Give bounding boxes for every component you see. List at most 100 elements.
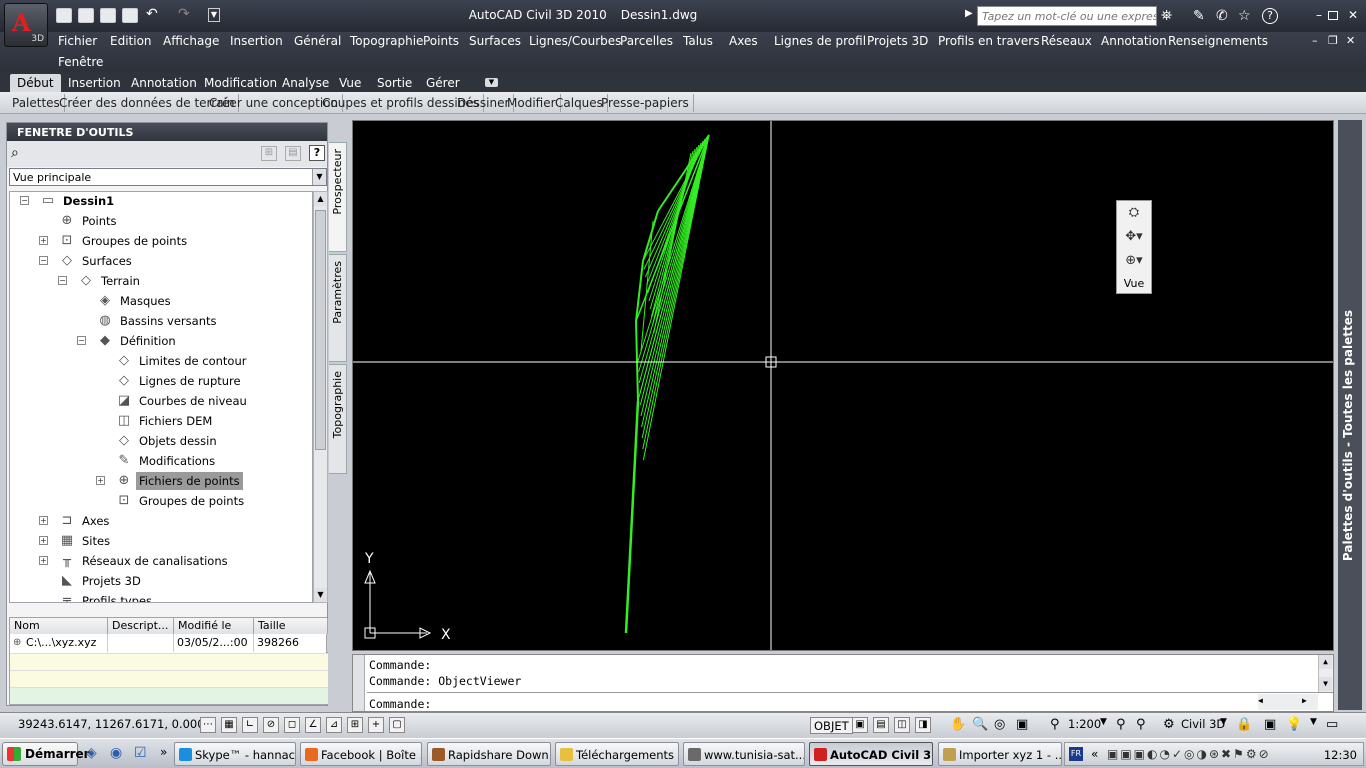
tab-vue[interactable]: Vue <box>332 74 368 92</box>
menu-fenetre[interactable]: Fenêtre <box>58 55 103 69</box>
doc-close-icon[interactable]: ✕ <box>1346 34 1355 47</box>
scroll-left-icon[interactable]: ◀ <box>1258 696 1263 705</box>
menu-reseaux[interactable]: Réseaux <box>1041 34 1092 48</box>
expand-icon[interactable]: + <box>39 536 48 545</box>
taskbar-item[interactable]: www.tunisia-sat.... <box>683 742 805 766</box>
tab-annotation[interactable]: Annotation <box>124 74 204 92</box>
menu-fichier[interactable]: Fichier <box>58 34 97 48</box>
collapse-icon[interactable]: − <box>20 196 29 205</box>
scroll-down-icon[interactable]: ▼ <box>314 588 327 602</box>
scroll-right-icon[interactable]: ▶ <box>1302 696 1307 705</box>
horizontal-scrollbar[interactable]: ◀ ▶ <box>1258 694 1318 710</box>
menu-renseignements[interactable]: Renseignements <box>1168 34 1268 48</box>
column-header-modifie[interactable]: Modifié le <box>174 618 254 634</box>
open-icon[interactable] <box>78 8 94 23</box>
gear-icon[interactable]: ⚙ <box>1163 717 1175 734</box>
tree-node[interactable]: ◇ Objets dessin <box>10 432 312 450</box>
tree-node[interactable]: + ⊡ Groupes de points <box>10 232 312 250</box>
tab-debut[interactable]: Début <box>10 74 61 92</box>
language-indicator[interactable]: FR <box>1069 747 1083 761</box>
tree-node[interactable]: ✎ Modifications <box>10 452 312 470</box>
clean-screen-icon[interactable]: ▭ <box>1326 717 1338 734</box>
tree-node[interactable]: + ⊐ Axes <box>10 512 312 530</box>
maximize-icon[interactable] <box>1328 11 1338 20</box>
collapse-icon[interactable]: − <box>39 256 48 265</box>
save-icon[interactable] <box>100 8 116 23</box>
tree-node[interactable]: ⊕ Points <box>10 212 312 230</box>
lightbulb-icon[interactable]: 💡 <box>1286 717 1302 734</box>
tree-node[interactable]: + ⊕ Fichiers de points <box>10 472 312 490</box>
chevron-down-icon[interactable]: ▼ <box>1100 717 1107 734</box>
zoom-status-icon[interactable]: 🔍 <box>972 717 988 734</box>
steering-wheel-status-icon[interactable]: ◎ <box>994 717 1005 734</box>
tool-palettes-strip[interactable]: Palettes d'outils - Toutes les palettes <box>1338 120 1362 710</box>
menu-topographie[interactable]: Topographie <box>350 34 423 48</box>
taskbar-item[interactable]: Facebook | Boîte ... <box>300 742 422 766</box>
object-snap-tracking-icon[interactable]: ∠ <box>305 717 321 733</box>
grid-display-icon[interactable]: ▦ <box>221 717 237 733</box>
menu-projets-3d[interactable]: Projets 3D <box>867 34 928 48</box>
tree-node[interactable]: − ▭ Dessin1 <box>10 192 312 210</box>
menu-surfaces[interactable]: Surfaces <box>469 34 521 48</box>
scroll-up-icon[interactable]: ▲ <box>314 192 327 206</box>
quick-view-drawings-icon[interactable]: ▤ <box>873 717 889 733</box>
pan-status-icon[interactable]: ✋ <box>950 717 966 734</box>
magnifier-icon[interactable]: ⌕ <box>11 145 19 161</box>
tree-node[interactable]: ◍ Bassins versants <box>10 312 312 330</box>
minimize-icon[interactable]: – <box>1312 8 1326 22</box>
menu-lignes-courbes[interactable]: Lignes/Courbes <box>529 34 621 48</box>
menu-annotation[interactable]: Annotation <box>1101 34 1167 48</box>
undo-icon[interactable]: ↶ <box>146 6 158 22</box>
tree-node[interactable]: − ◇ Terrain <box>10 272 312 290</box>
tray-expand-icon[interactable]: « <box>1091 747 1098 761</box>
polar-tracking-icon[interactable]: ⊘ <box>263 717 279 733</box>
quick-access-dropdown-icon[interactable]: ▼ <box>208 8 220 22</box>
tab-gerer[interactable]: Gérer <box>419 74 467 92</box>
help-icon[interactable]: ? <box>309 145 325 161</box>
panel-presse-papiers[interactable]: Presse-papiers <box>597 94 694 112</box>
taskbar-item[interactable]: Skype™ - hannac... <box>174 742 296 766</box>
column-header-taille[interactable]: Taille <box>254 618 328 634</box>
taskbar-item[interactable]: Importer xyz 1 - ... <box>938 742 1062 766</box>
tab-sortie[interactable]: Sortie <box>370 74 419 92</box>
snap-mode-icon[interactable]: ⋯ <box>200 717 216 733</box>
layouts-icon[interactable]: ◨ <box>915 717 931 733</box>
tree-node[interactable]: ◇ Limites de contour <box>10 352 312 370</box>
menu-general[interactable]: Général <box>294 34 341 48</box>
favorites-star-icon[interactable]: ☆ <box>1238 8 1251 24</box>
menu-parcelles[interactable]: Parcelles <box>620 34 673 48</box>
expand-icon[interactable]: + <box>39 556 48 565</box>
lock-icon[interactable]: 🔒 <box>1236 717 1252 734</box>
taskbar-item[interactable]: AutoCAD Civil 3... <box>809 742 933 766</box>
quicklaunch-icon[interactable]: ☑ <box>134 745 147 761</box>
communication-icon[interactable]: ✆ <box>1216 8 1228 24</box>
chevron-down-icon[interactable]: ▼ <box>1310 717 1317 734</box>
binoculars-icon[interactable]: ⛯ <box>1161 8 1172 24</box>
ribbon-minimize-icon[interactable]: ▼ <box>485 78 498 87</box>
collapse-icon[interactable]: − <box>58 276 67 285</box>
tree-node[interactable]: ╤ Profils types <box>10 592 312 602</box>
drawing-canvas[interactable]: Y X <box>352 120 1334 651</box>
tree-node[interactable]: ◈ Masques <box>10 292 312 310</box>
quicklaunch-icon[interactable]: ◉ <box>110 745 122 761</box>
quicklaunch-icon[interactable]: ◈ <box>86 745 97 761</box>
scroll-up-icon[interactable]: ▲ <box>1319 655 1332 669</box>
expand-icon[interactable]: + <box>39 516 48 525</box>
tree-node[interactable]: ◫ Fichiers DEM <box>10 412 312 430</box>
auto-scale-icon[interactable]: ⚲ <box>1136 717 1146 734</box>
dynamic-input-icon[interactable]: ⊞ <box>347 717 363 733</box>
pan-icon[interactable]: ✥▾ <box>1121 229 1147 249</box>
tab-prospecteur[interactable]: Prospecteur <box>329 142 347 252</box>
menu-talus[interactable]: Talus <box>683 34 713 48</box>
cell-nom[interactable]: C:\...\xyz.xyz <box>10 634 108 652</box>
tree-node[interactable]: + ▦ Sites <box>10 532 312 550</box>
tab-insertion[interactable]: Insertion <box>61 74 128 92</box>
new-icon[interactable] <box>56 8 72 23</box>
taskbar-item[interactable]: Rapidshare Down... <box>427 742 551 766</box>
tree-node[interactable]: ⊡ Groupes de points <box>10 492 312 510</box>
command-scrollbar[interactable]: ▲ ▼ <box>1318 655 1333 692</box>
tab-topographie[interactable]: Topographie <box>329 364 347 474</box>
expand-icon[interactable]: + <box>96 476 105 485</box>
dynamic-ucs-icon[interactable]: ⊿ <box>326 717 342 733</box>
doc-minimize-icon[interactable]: – <box>1312 34 1318 47</box>
